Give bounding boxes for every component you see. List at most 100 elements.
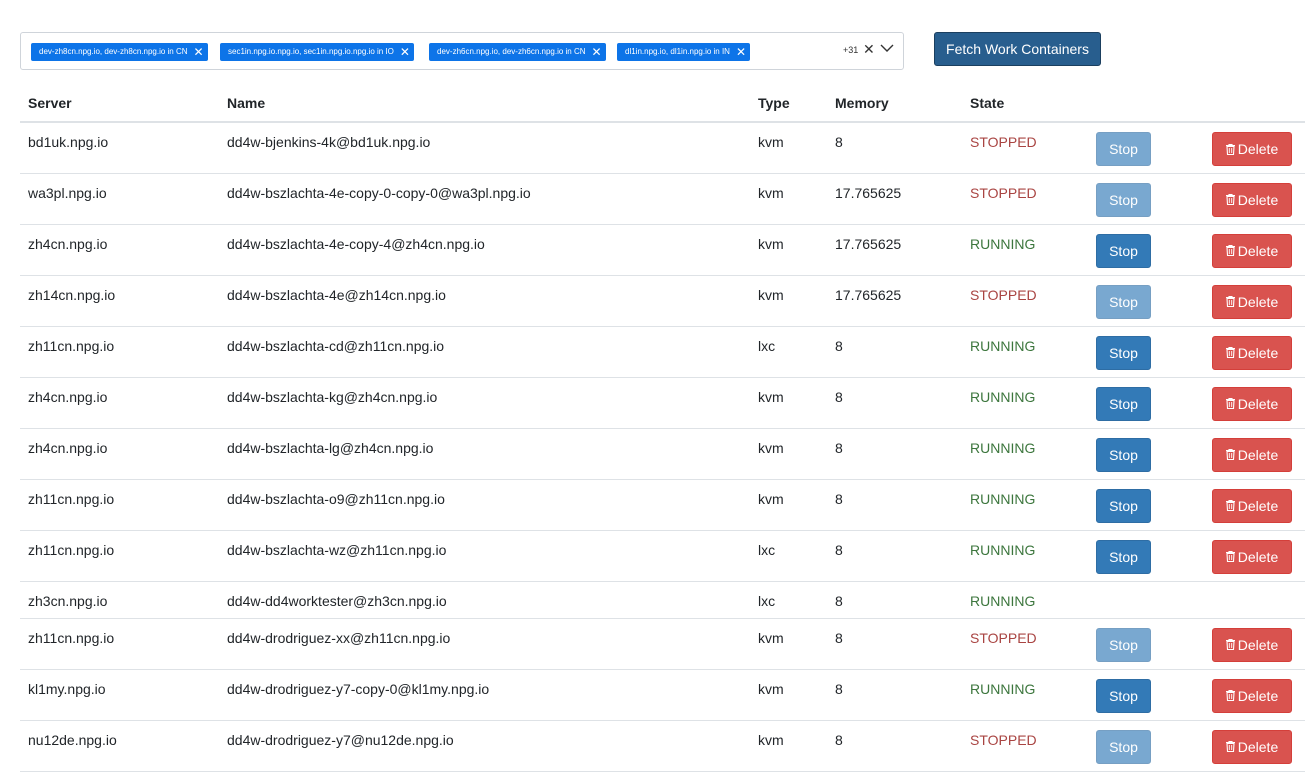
delete-cell: Delete <box>1204 428 1305 480</box>
stop-button[interactable]: Stop <box>1096 627 1151 662</box>
name-cell: dd4w-drodriguez-y7-copy-0@kl1my.npg.io <box>219 669 750 721</box>
more-selected-count: +31 <box>843 45 859 55</box>
server-cell: zh11cn.npg.io <box>20 618 219 670</box>
column-header-type: Type <box>750 84 827 123</box>
state-cell: STOPPED <box>962 173 1088 225</box>
delete-button[interactable]: Delete <box>1212 627 1292 662</box>
chip-remove-icon[interactable]: ✕ <box>400 43 410 61</box>
fetch-work-containers-button[interactable]: Fetch Work Containers <box>934 32 1101 66</box>
stop-button[interactable]: Stop <box>1096 335 1151 370</box>
name-cell: dd4w-bszlachta-lg@zh4cn.npg.io <box>219 428 750 480</box>
stop-button[interactable]: Stop <box>1096 437 1151 472</box>
stop-button[interactable]: Stop <box>1096 539 1151 574</box>
selected-server-chip: dev-zh8cn.npg.io, dev-zh8cn.npg.io in CN… <box>31 43 208 61</box>
delete-button[interactable]: Delete <box>1212 132 1292 166</box>
selected-server-chip: sec1in.npg.io.npg.io, sec1in.npg.io.npg.… <box>220 43 414 61</box>
containers-table: Server Name Type Memory State bd1uk.npg.… <box>20 84 1305 772</box>
name-cell: dd4w-bszlachta-kg@zh4cn.npg.io <box>219 377 750 429</box>
stop-cell: Stop <box>1088 530 1204 582</box>
delete-button[interactable]: Delete <box>1212 488 1292 523</box>
table-row: wa3pl.npg.io dd4w-bszlachta-4e-copy-0-cop… <box>20 173 1305 225</box>
server-cell: zh14cn.npg.io <box>20 275 219 327</box>
state-cell: STOPPED <box>962 618 1088 670</box>
stop-cell: Stop <box>1088 326 1204 378</box>
stop-cell: Stop <box>1088 618 1204 670</box>
trash-icon <box>1225 194 1235 205</box>
column-header-stop <box>1088 84 1204 123</box>
delete-button[interactable]: Delete <box>1212 233 1292 268</box>
name-cell: dd4w-bszlachta-cd@zh11cn.npg.io <box>219 326 750 378</box>
state-cell: RUNNING <box>962 326 1088 378</box>
delete-cell: Delete <box>1204 173 1305 225</box>
type-cell: kvm <box>750 479 827 531</box>
server-cell: zh3cn.npg.io <box>20 581 219 619</box>
stop-button[interactable]: Stop <box>1096 284 1151 319</box>
memory-cell: 8 <box>827 581 962 619</box>
server-cell: bd1uk.npg.io <box>20 122 219 174</box>
chip-label: sec1in.npg.io.npg.io, sec1in.npg.io.npg.… <box>228 47 394 56</box>
state-cell: STOPPED <box>962 275 1088 327</box>
delete-button-label: Delete <box>1237 687 1279 704</box>
chip-remove-icon[interactable]: ✕ <box>736 43 746 61</box>
server-cell: zh11cn.npg.io <box>20 530 219 582</box>
delete-cell: Delete <box>1204 530 1305 582</box>
stop-button[interactable]: Stop <box>1096 386 1151 421</box>
state-cell: RUNNING <box>962 530 1088 582</box>
type-cell: kvm <box>750 275 827 327</box>
stop-button[interactable]: Stop <box>1096 182 1151 217</box>
memory-cell: 8 <box>827 618 962 670</box>
trash-icon <box>1225 551 1235 562</box>
type-cell: lxc <box>750 530 827 582</box>
delete-button[interactable]: Delete <box>1212 284 1292 319</box>
table-row: zh3cn.npg.io dd4w-dd4worktester@zh3cn.npg… <box>20 581 1305 619</box>
delete-button[interactable]: Delete <box>1212 539 1292 574</box>
column-header-delete <box>1204 84 1305 123</box>
stop-button[interactable]: Stop <box>1096 729 1151 764</box>
trash-icon <box>1225 500 1235 511</box>
delete-button[interactable]: Delete <box>1212 729 1292 764</box>
memory-cell: 8 <box>827 326 962 378</box>
stop-button[interactable]: Stop <box>1096 678 1151 713</box>
server-cell: nu12de.npg.io <box>20 720 219 772</box>
table-row: zh11cn.npg.io dd4w-drodriguez-xx@zh11cn.n… <box>20 618 1305 670</box>
trash-icon <box>1225 741 1235 752</box>
column-header-memory: Memory <box>827 84 962 123</box>
table-row: kl1my.npg.io dd4w-drodriguez-y7-copy-0@kl… <box>20 669 1305 721</box>
chip-label: dev-zh6cn.npg.io, dev-zh6cn.npg.io in CN <box>437 47 586 56</box>
delete-button[interactable]: Delete <box>1212 386 1292 421</box>
delete-button-label: Delete <box>1237 344 1279 361</box>
stop-button[interactable]: Stop <box>1096 132 1151 166</box>
name-cell: dd4w-bszlachta-wz@zh11cn.npg.io <box>219 530 750 582</box>
stop-button[interactable]: Stop <box>1096 233 1151 268</box>
chevron-down-icon[interactable] <box>879 40 895 56</box>
trash-icon <box>1225 639 1235 650</box>
state-cell: RUNNING <box>962 377 1088 429</box>
type-cell: lxc <box>750 326 827 378</box>
server-cell: kl1my.npg.io <box>20 669 219 721</box>
delete-button[interactable]: Delete <box>1212 335 1292 370</box>
stop-button[interactable]: Stop <box>1096 488 1151 523</box>
server-cell: zh11cn.npg.io <box>20 479 219 531</box>
stop-cell: Stop <box>1088 720 1204 772</box>
server-cell: zh4cn.npg.io <box>20 224 219 276</box>
delete-button[interactable]: Delete <box>1212 182 1292 217</box>
table-row: bd1uk.npg.io dd4w-bjenkins-4k@bd1uk.npg.i… <box>20 122 1305 174</box>
delete-button[interactable]: Delete <box>1212 678 1292 713</box>
delete-button-label: Delete <box>1237 395 1279 412</box>
delete-button-label: Delete <box>1237 738 1279 755</box>
server-multiselect[interactable]: dev-zh8cn.npg.io, dev-zh8cn.npg.io in CN… <box>20 32 904 70</box>
clear-selection-icon[interactable]: ✕ <box>863 41 875 58</box>
column-header-state: State <box>962 84 1088 123</box>
type-cell: kvm <box>750 122 827 174</box>
type-cell: kvm <box>750 224 827 276</box>
delete-cell: Delete <box>1204 326 1305 378</box>
memory-cell: 8 <box>827 720 962 772</box>
chip-remove-icon[interactable]: ✕ <box>194 43 204 61</box>
delete-cell: Delete <box>1204 669 1305 721</box>
delete-cell: Delete <box>1204 122 1305 174</box>
stop-cell: Stop <box>1088 224 1204 276</box>
state-cell: RUNNING <box>962 669 1088 721</box>
stop-cell: Stop <box>1088 173 1204 225</box>
delete-button[interactable]: Delete <box>1212 437 1292 472</box>
chip-remove-icon[interactable]: ✕ <box>592 43 602 61</box>
